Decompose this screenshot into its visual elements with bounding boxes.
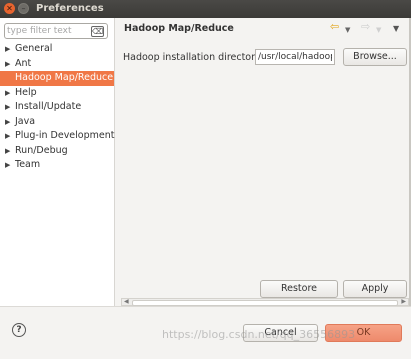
expand-arrow-icon[interactable]: ▶ — [5, 57, 10, 72]
window-title: Preferences — [36, 3, 104, 14]
clear-filter-icon[interactable]: ⌫ — [91, 26, 104, 37]
tree-item-label: Install/Update — [15, 101, 82, 112]
tree-item-hadoop-map-reduce[interactable]: Hadoop Map/Reduce — [0, 71, 114, 86]
tree-item-run-debug[interactable]: ▶ Run/Debug — [0, 144, 114, 159]
page-title: Hadoop Map/Reduce — [124, 23, 234, 34]
tree-item-label: Plug-in Development — [15, 130, 115, 141]
expand-arrow-icon[interactable]: ▶ — [5, 100, 10, 115]
scroll-right-icon[interactable]: ▶ — [401, 298, 406, 305]
window-titlebar: ✕ – Preferences — [0, 0, 411, 18]
tree-item-ant[interactable]: ▶ Ant — [0, 57, 114, 72]
page-header: Hadoop Map/Reduce ⇦ ▼ ⇨ ▼ ▼ — [115, 18, 411, 38]
back-arrow-icon[interactable]: ⇦ — [330, 21, 339, 32]
expand-arrow-icon[interactable]: ▶ — [5, 115, 10, 130]
back-dropdown-icon[interactable]: ▼ — [345, 25, 350, 35]
page-content: Hadoop installation directory: Browse...… — [115, 38, 411, 310]
minimize-window-icon[interactable]: – — [18, 3, 29, 14]
tree-item-label: General — [15, 43, 53, 54]
tree-item-label: Team — [15, 159, 41, 170]
help-icon[interactable]: ? — [12, 323, 26, 337]
expand-arrow-icon[interactable]: ▶ — [5, 144, 10, 159]
tree-item-general[interactable]: ▶ General — [0, 42, 114, 57]
forward-arrow-icon: ⇨ — [361, 20, 371, 33]
hadoop-directory-label: Hadoop installation directory: — [123, 52, 264, 63]
expand-arrow-icon[interactable]: ▶ — [5, 42, 10, 57]
tree-item-java[interactable]: ▶ Java — [0, 115, 114, 130]
expand-arrow-icon[interactable]: ▶ — [5, 158, 10, 173]
forward-dropdown-icon: ▼ — [376, 26, 382, 34]
expand-arrow-icon[interactable]: ▶ — [5, 86, 10, 101]
tree-item-label: Java — [15, 115, 36, 127]
tree-item-label: Ant — [15, 57, 32, 69]
tree-item-label: Hadoop Map/Reduce — [15, 72, 114, 83]
view-menu-icon[interactable]: ▼ — [393, 24, 399, 34]
browse-button[interactable]: Browse... — [343, 48, 407, 66]
filter-input[interactable] — [7, 24, 87, 38]
watermark-text: https://blog.csdn.net/qq_36556893 — [162, 328, 356, 341]
horizontal-scrollbar[interactable]: ◀ ▶ — [121, 298, 409, 306]
filter-field[interactable]: ⌫ — [4, 23, 108, 39]
scroll-left-icon[interactable]: ◀ — [124, 298, 129, 305]
tree-item-install-update[interactable]: ▶ Install/Update — [0, 100, 114, 115]
tree-item-label: Help — [15, 86, 37, 98]
tree-item-label: Run/Debug — [15, 144, 68, 156]
expand-arrow-icon[interactable]: ▶ — [5, 129, 10, 144]
tree-item-help[interactable]: ▶ Help — [0, 86, 114, 101]
restore-defaults-button[interactable]: Restore Defaults — [260, 280, 338, 310]
hadoop-directory-input[interactable] — [255, 49, 335, 65]
close-window-icon[interactable]: ✕ — [4, 3, 15, 14]
tree-item-team[interactable]: ▶ Team — [0, 158, 114, 173]
preferences-tree-panel: ⌫ ▶ General ▶ Ant Hadoop Map/Reduce ▶ He… — [0, 18, 115, 306]
preferences-tree: ▶ General ▶ Ant Hadoop Map/Reduce ▶ Help… — [0, 42, 114, 173]
tree-item-plug-in-development[interactable]: ▶ Plug-in Development — [0, 129, 114, 144]
apply-button[interactable]: Apply — [343, 280, 407, 298]
